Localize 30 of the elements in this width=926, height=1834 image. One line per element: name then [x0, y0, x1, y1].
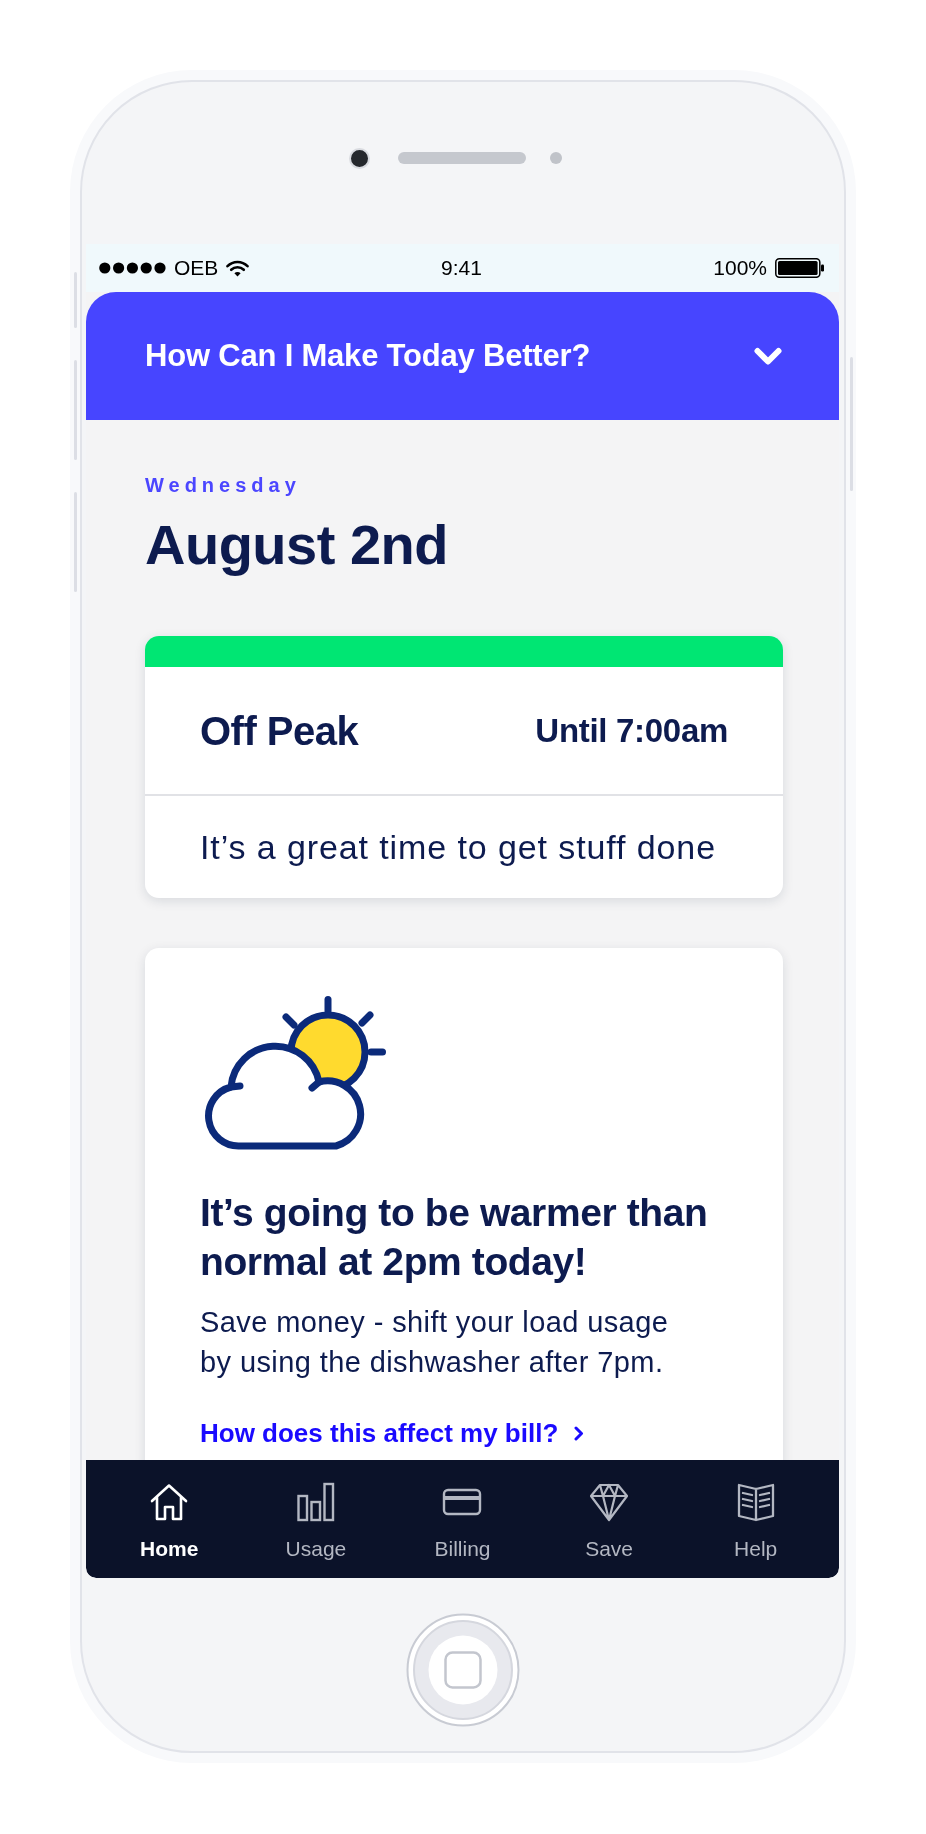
carrier-name: OEB — [174, 256, 219, 280]
battery-percent: 100% — [713, 256, 767, 280]
tip-title: It’s going to be warmer than normal at 2pm today! — [200, 1190, 709, 1285]
bill-link[interactable]: How does this affect my bill? — [200, 1418, 585, 1448]
bar-chart-icon — [295, 1482, 336, 1522]
rate-end-time: Until 7:00am — [535, 711, 728, 750]
nav-tab[interactable]: Billing — [432, 1482, 493, 1561]
rate-message: It’s a great time to get stuff done — [200, 827, 716, 867]
home-button[interactable] — [405, 1612, 520, 1727]
status-time: 9:41 — [441, 256, 482, 280]
nav-tab[interactable]: Save — [583, 1482, 636, 1561]
camera-icon — [349, 147, 370, 169]
nav-tab[interactable]: Help — [732, 1482, 780, 1561]
weekday-label: Wednesday — [145, 473, 301, 497]
signal-icon — [99, 262, 166, 274]
battery-icon — [775, 258, 824, 278]
chevron-right-icon — [574, 1425, 585, 1441]
sensor-icon — [550, 152, 562, 164]
house-icon — [149, 1482, 190, 1522]
date-heading: August 2nd — [145, 515, 448, 575]
rate-period: Off Peak — [200, 707, 359, 754]
wifi-icon — [226, 259, 250, 277]
diamond-icon — [589, 1482, 630, 1522]
nav-tab[interactable]: Home — [138, 1482, 201, 1561]
speaker-icon — [398, 152, 526, 164]
tip-text: Save money - shift your load usage by using the dishwasher after 7pm. — [200, 1305, 670, 1380]
open-book-icon — [735, 1482, 776, 1522]
nav-tab[interactable]: Usage — [283, 1482, 349, 1561]
accordion-header[interactable]: How Can I Make Today Better? — [86, 292, 839, 420]
chevron-down-icon — [754, 346, 782, 366]
